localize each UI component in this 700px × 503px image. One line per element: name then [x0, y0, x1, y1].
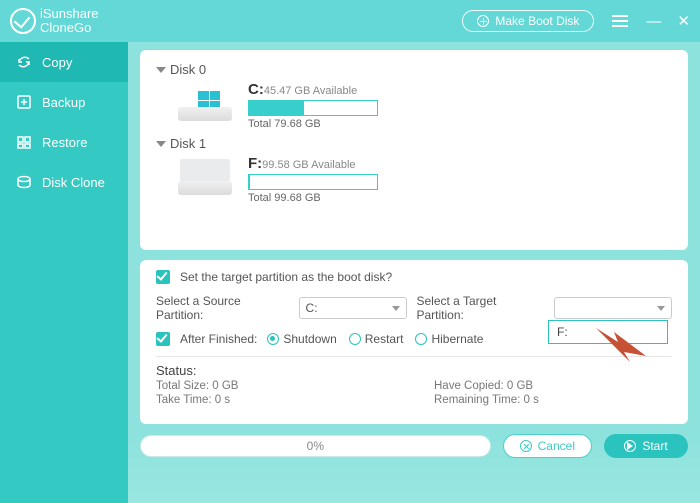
- target-partition-select[interactable]: [554, 297, 672, 319]
- drive-c-icon[interactable]: [176, 81, 234, 125]
- chevron-down-icon: [657, 306, 665, 311]
- close-button[interactable]: ✕: [677, 14, 690, 29]
- cancel-label: Cancel: [538, 439, 575, 453]
- sidebar-item-backup[interactable]: Backup: [0, 82, 128, 122]
- after-finished-label: After Finished:: [180, 332, 257, 346]
- drive-f-usage-bar: [248, 174, 378, 190]
- progress-value: 0%: [307, 439, 324, 453]
- radio-restart-label: Restart: [365, 332, 404, 346]
- source-partition-select[interactable]: C:: [299, 297, 407, 319]
- status-have-copied: Have Copied: 0 GB: [434, 380, 672, 392]
- sidebar-item-restore[interactable]: Restore: [0, 122, 128, 162]
- drive-f-total: Total 99.68 GB: [248, 192, 378, 204]
- source-partition-value: C:: [306, 301, 318, 315]
- sidebar-item-disk-clone[interactable]: Disk Clone: [0, 162, 128, 202]
- target-partition-label: Select a Target Partition:: [417, 294, 545, 322]
- disk-1-title: Disk 1: [170, 136, 206, 151]
- main-area: Disk 0 C:45.47 GB Available Total 79.68 …: [128, 42, 700, 503]
- disk-0-header[interactable]: Disk 0: [156, 62, 672, 77]
- footer: 0% Cancel Start: [140, 434, 688, 458]
- drive-f-icon[interactable]: [176, 155, 234, 199]
- after-finished-checkbox[interactable]: [156, 332, 170, 346]
- start-icon: [624, 440, 636, 452]
- disk-clone-icon: [16, 174, 32, 190]
- sidebar-item-copy[interactable]: Copy: [0, 42, 128, 82]
- drive-c-usage-bar: [248, 100, 378, 116]
- boot-disk-checkbox[interactable]: [156, 270, 170, 284]
- chevron-down-icon: [156, 67, 166, 73]
- app-logo: iSunshare CloneGo: [10, 7, 99, 34]
- disk-0-title: Disk 0: [170, 62, 206, 77]
- minimize-button[interactable]: —: [646, 14, 661, 29]
- source-partition-label: Select a Source Partition:: [156, 294, 289, 322]
- sidebar-item-label: Disk Clone: [42, 175, 105, 190]
- title-bar: iSunshare CloneGo Make Boot Disk — ✕: [0, 0, 700, 42]
- progress-bar: 0%: [140, 435, 491, 457]
- restore-icon: [16, 134, 32, 150]
- sidebar: Copy Backup Restore Disk Clone: [0, 42, 128, 503]
- boot-disk-label: Set the target partition as the boot dis…: [180, 270, 392, 284]
- radio-shutdown-label: Shutdown: [283, 332, 336, 346]
- logo-icon: [10, 8, 36, 34]
- target-partition-option-label: F:: [557, 325, 568, 339]
- backup-icon: [16, 94, 32, 110]
- make-boot-disk-button[interactable]: Make Boot Disk: [462, 10, 594, 32]
- start-label: Start: [642, 439, 667, 453]
- start-button[interactable]: Start: [604, 434, 688, 458]
- app-name-1: iSunshare: [40, 7, 99, 21]
- cancel-icon: [520, 440, 532, 452]
- radio-restart[interactable]: Restart: [349, 332, 404, 346]
- sync-icon: [16, 54, 32, 70]
- drive-c-total: Total 79.68 GB: [248, 118, 378, 130]
- sidebar-item-label: Restore: [42, 135, 88, 150]
- status-total-size: Total Size: 0 GB: [156, 380, 394, 392]
- app-name-2: CloneGo: [40, 21, 99, 35]
- chevron-down-icon: [156, 141, 166, 147]
- status-take-time: Take Time: 0 s: [156, 394, 394, 406]
- drive-c-title: C:45.47 GB Available: [248, 81, 378, 98]
- annotation-arrow: [588, 318, 648, 368]
- make-boot-disk-label: Make Boot Disk: [495, 14, 579, 28]
- drive-f-title: F:99.58 GB Available: [248, 155, 378, 172]
- radio-hibernate[interactable]: Hibernate: [415, 332, 483, 346]
- disk-1-header[interactable]: Disk 1: [156, 136, 672, 151]
- plus-icon: [477, 15, 489, 27]
- radio-shutdown[interactable]: Shutdown: [267, 332, 336, 346]
- radio-hibernate-label: Hibernate: [431, 332, 483, 346]
- sidebar-item-label: Copy: [42, 55, 72, 70]
- menu-icon[interactable]: [612, 20, 628, 22]
- disks-panel: Disk 0 C:45.47 GB Available Total 79.68 …: [140, 50, 688, 250]
- chevron-down-icon: [392, 306, 400, 311]
- sidebar-item-label: Backup: [42, 95, 85, 110]
- cancel-button[interactable]: Cancel: [503, 434, 592, 458]
- status-remaining: Remaining Time: 0 s: [434, 394, 672, 406]
